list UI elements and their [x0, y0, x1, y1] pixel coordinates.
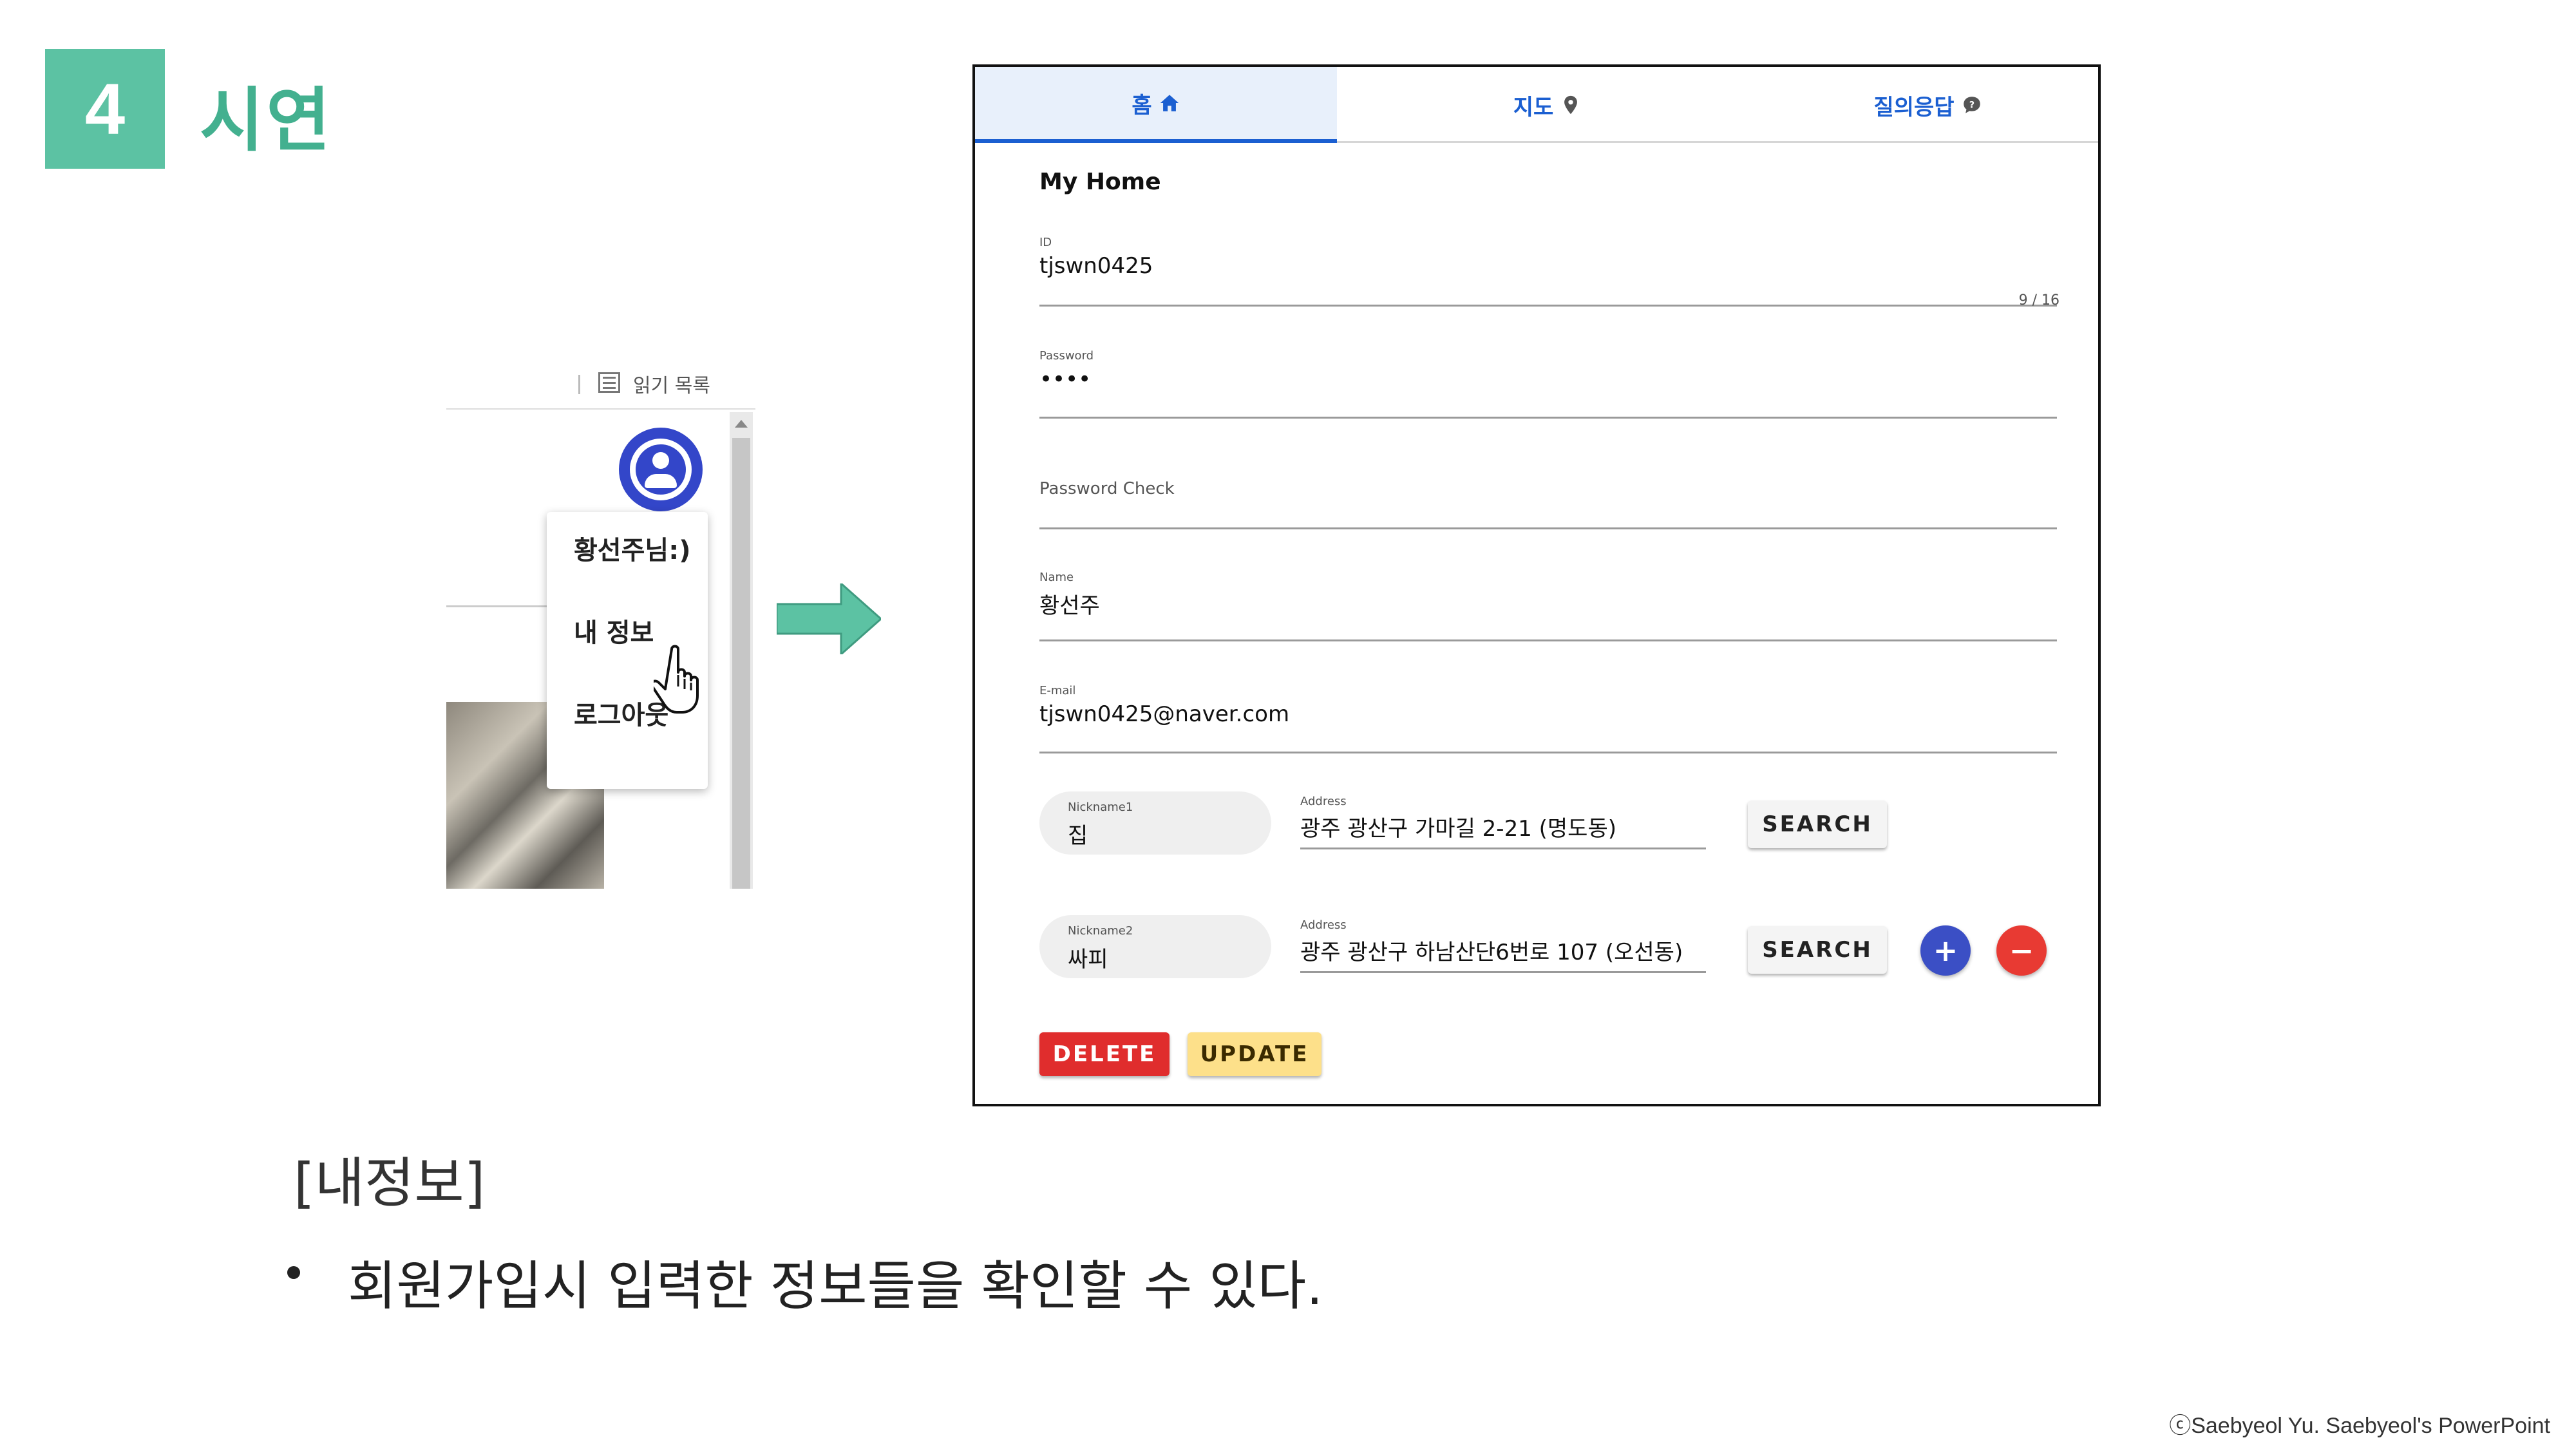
nav-tabs: 홈 지도 질의응답 ?	[975, 67, 2098, 143]
tab-map[interactable]: 지도	[1337, 67, 1758, 143]
name-field[interactable]: Name 황선주	[1039, 571, 2057, 641]
address2-value: 광주 광산구 하남산단6번로 107 (오선동)	[1300, 940, 1683, 965]
password-check-field[interactable]: Password Check	[1039, 479, 2057, 529]
id-field[interactable]: ID tjswn0425	[1039, 236, 2057, 307]
cropped-menu-text: 읽기 목록	[633, 375, 710, 397]
svg-text:?: ?	[1969, 100, 1974, 110]
address1-label: Address	[1300, 795, 1347, 808]
nickname1-label: Nickname1	[1068, 800, 1133, 814]
delete-button[interactable]: DELETE	[1039, 1032, 1170, 1076]
page-title: My Home	[1039, 169, 1161, 195]
divider	[578, 375, 580, 394]
tab-qna-label: 질의응답	[1873, 94, 1955, 120]
id-value: tjswn0425	[1039, 253, 1153, 279]
id-char-counter: 9 / 16	[2018, 292, 2060, 308]
password-check-label: Password Check	[1039, 479, 1175, 498]
address1-field[interactable]: Address 광주 광산구 가마길 2-21 (명도동)	[1300, 795, 1706, 849]
email-field[interactable]: E-mail tjswn0425@naver.com	[1039, 684, 2057, 753]
nickname1-value: 집	[1068, 823, 1088, 849]
slide-number-badge: 4	[45, 49, 165, 169]
nickname2-value: 싸피	[1068, 947, 1108, 972]
map-pin-icon	[1564, 95, 1578, 115]
user-icon	[630, 439, 692, 500]
nickname2-field[interactable]: Nickname2 싸피	[1039, 915, 1271, 978]
nickname2-label: Nickname2	[1068, 924, 1133, 938]
bullet-text: 회원가입시 입력한 정보들을 확인할 수 있다.	[348, 1256, 1323, 1317]
remove-address-button[interactable]: −	[1996, 925, 2047, 976]
tab-home[interactable]: 홈	[975, 67, 1337, 143]
question-bubble-icon: ?	[1963, 97, 1980, 113]
add-address-button[interactable]: +	[1920, 925, 1971, 976]
address2-label: Address	[1300, 918, 1347, 932]
name-label: Name	[1039, 571, 1074, 584]
email-value: tjswn0425@naver.com	[1039, 701, 1290, 727]
my-home-screenshot: 홈 지도 질의응답 ? My Home ID tjswn0425 9 / 16 …	[972, 64, 2101, 1106]
password-label: Password	[1039, 349, 1094, 363]
email-label: E-mail	[1039, 684, 1076, 697]
address1-value: 광주 광산구 가마길 2-21 (명도동)	[1300, 816, 1617, 842]
nickname1-field[interactable]: Nickname1 집	[1039, 791, 1271, 855]
password-field[interactable]: Password ••••	[1039, 349, 2057, 419]
menu-item-greeting: 황선주님:)	[574, 536, 691, 565]
slide-title: 시연	[200, 80, 333, 161]
list-icon	[598, 372, 620, 393]
scroll-up-icon[interactable]	[735, 420, 748, 428]
search-address2-button[interactable]: SEARCH	[1748, 926, 1887, 974]
section-label: [내정보]	[294, 1151, 486, 1215]
id-label: ID	[1039, 236, 1052, 249]
address2-field[interactable]: Address 광주 광산구 하남산단6번로 107 (오선동)	[1300, 918, 1706, 973]
scrollbar-thumb[interactable]	[732, 438, 750, 889]
divider	[446, 605, 562, 607]
dropdown-screenshot: 읽기 목록 황선주님:) 내 정보 로그아웃	[446, 361, 755, 889]
hand-pointer-icon	[654, 645, 699, 714]
password-value: ••••	[1039, 366, 1092, 392]
home-icon	[1160, 95, 1179, 111]
tab-qna[interactable]: 질의응답 ?	[1758, 67, 2098, 143]
bullet-dot	[287, 1266, 300, 1279]
user-avatar-button[interactable]	[619, 428, 703, 511]
crop-top-bar: 읽기 목록	[446, 361, 755, 410]
name-value: 황선주	[1039, 593, 1100, 619]
copyright-text: ⓒSaebyeol Yu. Saebyeol's PowerPoint	[2169, 1414, 2550, 1438]
tab-home-label: 홈	[1132, 92, 1152, 118]
right-arrow-icon	[777, 583, 881, 654]
slide-number: 4	[84, 68, 126, 149]
search-address1-button[interactable]: SEARCH	[1748, 800, 1887, 848]
tab-map-label: 지도	[1513, 94, 1554, 120]
update-button[interactable]: UPDATE	[1188, 1032, 1321, 1076]
